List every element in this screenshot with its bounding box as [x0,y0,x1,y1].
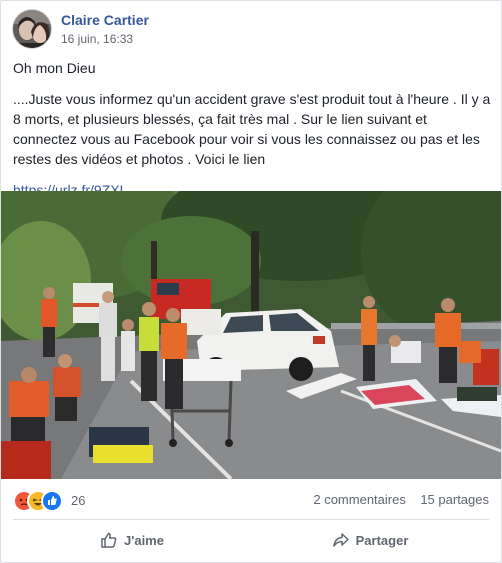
comments-count[interactable]: 2 commentaires [313,492,405,507]
post-actions: J'aime Partager [13,523,489,557]
post-timestamp[interactable]: 16 juin, 16:33 [61,32,133,46]
thumbs-up-icon [101,532,117,548]
post-stats: 26 2 commentaires 15 partages [13,489,489,513]
avatar[interactable] [12,9,52,49]
post-author-name[interactable]: Claire Cartier [61,12,149,28]
reaction-count: 26 [71,493,86,508]
share-arrow-icon [332,533,349,547]
shares-count[interactable]: 15 partages [420,492,489,507]
post-text-line: Oh mon Dieu [13,60,96,76]
accident-scene-photo [1,191,501,479]
post-text: Oh mon Dieu ....Juste vous informez qu'u… [13,58,491,211]
like-button[interactable]: J'aime [13,523,251,557]
post-photo[interactable] [1,191,501,479]
facebook-post: Claire Cartier 16 juin, 16:33 Oh mon Die… [0,0,502,563]
like-button-label: J'aime [124,532,164,548]
like-reaction-icon [41,490,63,512]
share-button[interactable]: Partager [251,523,489,557]
divider [13,519,489,520]
engagement-counts: 2 commentaires 15 partages [313,492,489,507]
post-text-body: ....Juste vous informez qu'un accident g… [13,91,491,167]
share-button-label: Partager [355,532,409,548]
